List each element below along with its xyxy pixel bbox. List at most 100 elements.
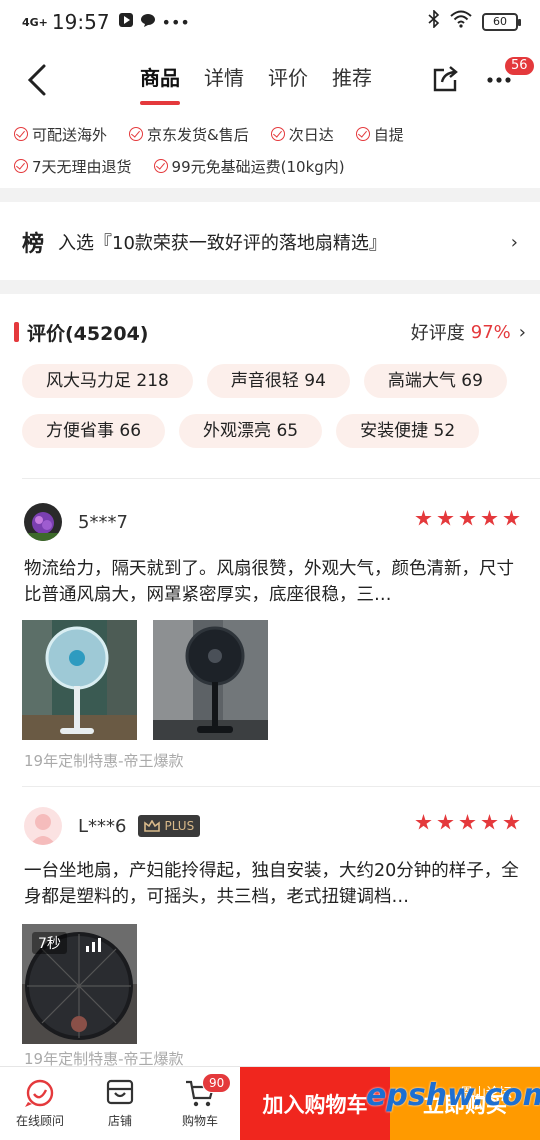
divider	[22, 478, 540, 479]
message-icon	[140, 11, 156, 33]
consult-icon	[25, 1079, 54, 1107]
tab-details[interactable]: 详情	[204, 62, 244, 105]
status-time: 19:57	[51, 10, 110, 34]
promise-item: 7天无理由退货	[14, 156, 132, 177]
review-card[interactable]: 5***7 物流给力，隔天就到了。风扇很赞，外观大气，颜色清新，尺寸比普通风扇大…	[0, 502, 540, 782]
promise-label: 京东发货&售后	[147, 125, 249, 144]
promise-item: 自提	[355, 124, 404, 145]
check-circle-icon	[14, 127, 28, 141]
media-play-icon	[118, 11, 134, 33]
star-icon	[437, 814, 454, 830]
product-variant: 19年定制特惠-帝王爆款	[24, 752, 184, 770]
review-tag[interactable]: 高端大气 69	[363, 364, 507, 398]
review-tag[interactable]: 风大马力足 218	[22, 364, 193, 398]
star-icon	[459, 510, 476, 526]
star-icon	[481, 510, 498, 526]
tab-reviews[interactable]: 评价	[268, 62, 308, 105]
promise-label: 7天无理由退货	[32, 157, 132, 176]
star-icon	[503, 510, 520, 526]
shop-label: 店铺	[107, 1114, 132, 1128]
check-circle-icon	[129, 127, 144, 141]
top-nav: 商品 详情 评价 推荐 56	[0, 44, 540, 116]
avatar	[24, 503, 62, 541]
plus-member-badge: PLUS	[138, 815, 201, 837]
plus-label: PLUS	[164, 819, 195, 833]
ranking-banner[interactable]: 榜 入选『10款荣获一致好评的落地扇精选』 ›	[0, 204, 540, 280]
review-tag[interactable]: 声音很轻 94	[206, 364, 350, 398]
promise-item: 99元免基础运费(10kg内)	[153, 156, 345, 177]
shop-icon	[106, 1079, 134, 1105]
video-duration: 7秒	[32, 932, 67, 954]
tab-product[interactable]: 商品	[140, 62, 180, 105]
rating-label: 好评度	[410, 323, 465, 344]
review-video[interactable]: 7秒	[22, 924, 137, 1044]
star-icon	[415, 814, 432, 830]
bluetooth-icon	[428, 9, 440, 33]
chevron-right-icon: ›	[510, 231, 518, 253]
consult-label: 在线顾问	[15, 1114, 64, 1128]
star-icon	[459, 814, 476, 830]
review-text: 物流给力，隔天就到了。风扇很赞，外观大气，颜色清新，尺寸比普通风扇大，网罩紧密厚…	[24, 559, 514, 605]
promise-label: 自提	[373, 125, 404, 144]
avatar	[24, 807, 62, 845]
status-bar: 4G+ 19:57 ••• 60	[0, 0, 540, 44]
promise-item: 京东发货&售后	[129, 124, 249, 145]
reviews-header[interactable]: 评价(45204) 好评度 97% ›	[0, 316, 540, 348]
review-tag[interactable]: 外观漂亮 65	[179, 414, 323, 448]
crown-icon	[144, 820, 161, 832]
cart-button[interactable]: 购物车 90	[160, 1067, 240, 1140]
notification-badge: 56	[504, 56, 535, 76]
tag-row: 方便省事 66 外观漂亮 65 安装便捷 52	[22, 414, 522, 448]
review-photo[interactable]	[153, 620, 268, 740]
tag-row: 风大马力足 218 声音很轻 94 高端大气 69	[22, 364, 522, 398]
reviews-title: 评价(45204)	[27, 322, 149, 345]
promise-item: 可配送海外	[14, 124, 107, 145]
section-divider	[0, 188, 540, 202]
review-tag[interactable]: 安装便捷 52	[336, 414, 480, 448]
star-rating	[415, 814, 520, 831]
wifi-icon	[450, 10, 472, 33]
share-button[interactable]	[430, 64, 460, 94]
star-icon	[481, 814, 498, 830]
review-author-row: L***6 PLUS	[24, 806, 520, 846]
star-icon	[415, 510, 432, 526]
star-icon	[437, 510, 454, 526]
review-tag[interactable]: 方便省事 66	[22, 414, 166, 448]
chevron-left-icon	[27, 64, 46, 96]
cart-badge: 90	[202, 1073, 232, 1093]
promise-row: 7天无理由退货 99元免基础运费(10kg内)	[14, 150, 526, 182]
consult-button[interactable]: 在线顾问	[0, 1067, 80, 1140]
check-circle-icon	[355, 127, 370, 141]
divider	[22, 786, 540, 787]
check-circle-icon	[270, 127, 285, 141]
watermark: epshw.com	[366, 1078, 540, 1113]
rating-value: 97%	[470, 321, 511, 343]
review-photos: 7秒	[22, 924, 137, 1044]
section-marker	[14, 322, 19, 342]
tab-bar: 商品 详情 评价 推荐	[140, 62, 372, 105]
promise-item: 次日达	[270, 124, 334, 145]
review-author-row: 5***7	[24, 502, 520, 542]
promise-label: 99元免基础运费(10kg内)	[171, 157, 345, 176]
review-card[interactable]: L***6 PLUS 一台坐地扇，产妇能拎得起，独自安装，大约20分钟的样子，全…	[0, 806, 540, 1068]
chevron-right-icon: ›	[518, 321, 526, 343]
username: L***6	[78, 815, 127, 837]
review-photos	[22, 620, 268, 740]
back-button[interactable]	[22, 60, 58, 100]
battery-indicator: 60	[482, 12, 521, 31]
shop-button[interactable]: 店铺	[80, 1067, 160, 1140]
more-notifications-icon: •••	[161, 12, 190, 32]
star-icon	[503, 814, 520, 830]
service-promises: 可配送海外 京东发货&售后 次日达 自提 7天无理由退货 99元免基础运费(10…	[0, 118, 540, 182]
tab-recommend[interactable]: 推荐	[332, 62, 372, 105]
review-text: 一台坐地扇，产妇能拎得起，独自安装，大约20分钟的样子，全身都是塑料的，可摇头，…	[24, 861, 519, 907]
ranking-text: 入选『10款荣获一致好评的落地扇精选』	[58, 233, 387, 254]
cart-label: 购物车	[181, 1114, 218, 1128]
username: 5***7	[78, 511, 128, 533]
review-photo[interactable]	[22, 620, 137, 740]
share-icon	[433, 66, 458, 92]
more-button[interactable]: 56	[484, 56, 535, 94]
promise-row: 可配送海外 京东发货&售后 次日达 自提	[14, 118, 526, 150]
check-circle-icon	[14, 159, 28, 173]
review-tags: 风大马力足 218 声音很轻 94 高端大气 69 方便省事 66 外观漂亮 6…	[22, 364, 522, 464]
